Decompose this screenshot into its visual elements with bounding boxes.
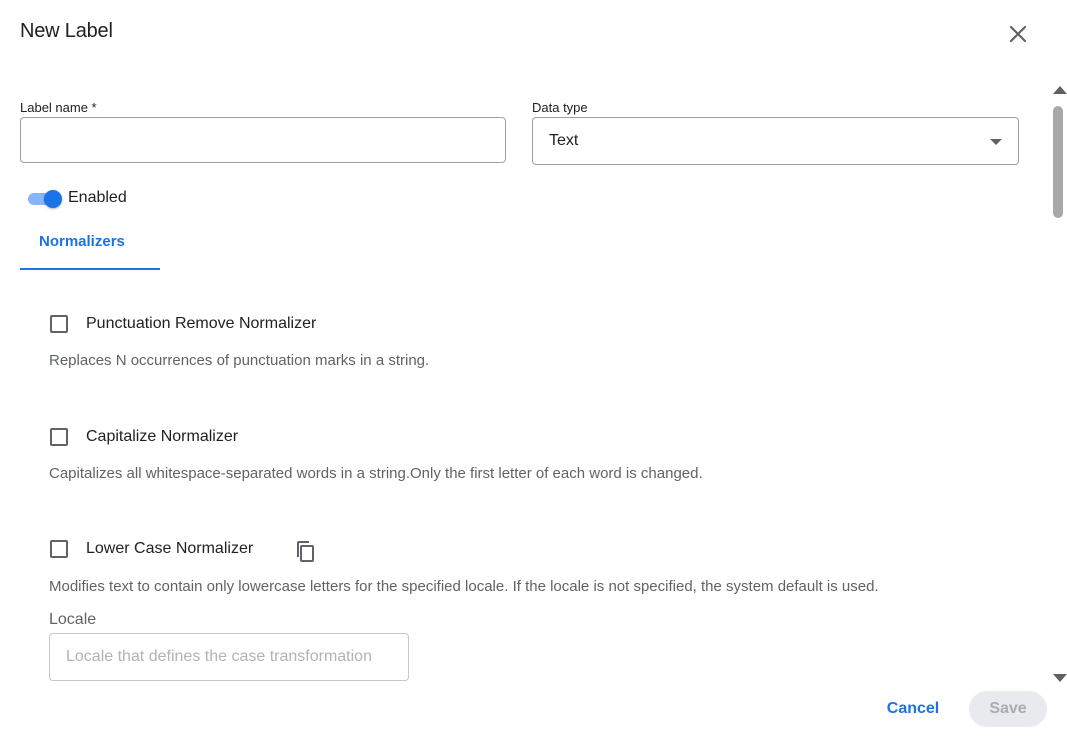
scroll-up-arrow-icon[interactable] <box>1053 86 1067 94</box>
data-type-select[interactable]: Text <box>532 117 1019 165</box>
new-label-dialog: New Label Label name * Data type Text En… <box>0 0 1067 742</box>
scrollbar[interactable] <box>1049 80 1067 688</box>
punctuation-remove-checkbox[interactable] <box>50 315 68 333</box>
capitalize-title: Capitalize Normalizer <box>86 428 239 445</box>
tab-active-indicator <box>20 268 160 270</box>
lower-case-title: Lower Case Normalizer <box>86 540 254 557</box>
label-name-input[interactable] <box>20 117 506 163</box>
lower-case-checkbox[interactable] <box>50 540 68 558</box>
dialog-title: New Label <box>20 20 113 42</box>
cancel-button[interactable]: Cancel <box>872 691 954 727</box>
copy-icon[interactable] <box>294 539 318 563</box>
data-type-value: Text <box>549 132 579 149</box>
toggle-thumb <box>44 190 62 208</box>
locale-input[interactable] <box>49 633 409 681</box>
close-button[interactable] <box>1004 20 1032 48</box>
punctuation-remove-title: Punctuation Remove Normalizer <box>86 315 317 332</box>
save-button[interactable]: Save <box>969 691 1047 727</box>
tab-normalizers-label: Normalizers <box>39 233 125 250</box>
enabled-label: Enabled <box>68 189 127 206</box>
capitalize-checkbox[interactable] <box>50 428 68 446</box>
scroll-down-arrow-icon[interactable] <box>1053 674 1067 682</box>
lower-case-description: Modifies text to contain only lowercase … <box>49 578 879 595</box>
data-type-label: Data type <box>532 100 588 115</box>
scroll-thumb[interactable] <box>1053 106 1063 218</box>
punctuation-remove-description: Replaces N occurrences of punctuation ma… <box>49 352 430 369</box>
tab-normalizers[interactable]: Normalizers <box>20 226 160 270</box>
close-icon <box>1009 25 1027 43</box>
chevron-down-icon <box>990 139 1002 145</box>
enabled-toggle[interactable] <box>28 190 64 208</box>
locale-label: Locale <box>49 611 97 628</box>
label-name-label: Label name * <box>20 100 97 115</box>
capitalize-description: Capitalizes all whitespace-separated wor… <box>49 465 703 482</box>
